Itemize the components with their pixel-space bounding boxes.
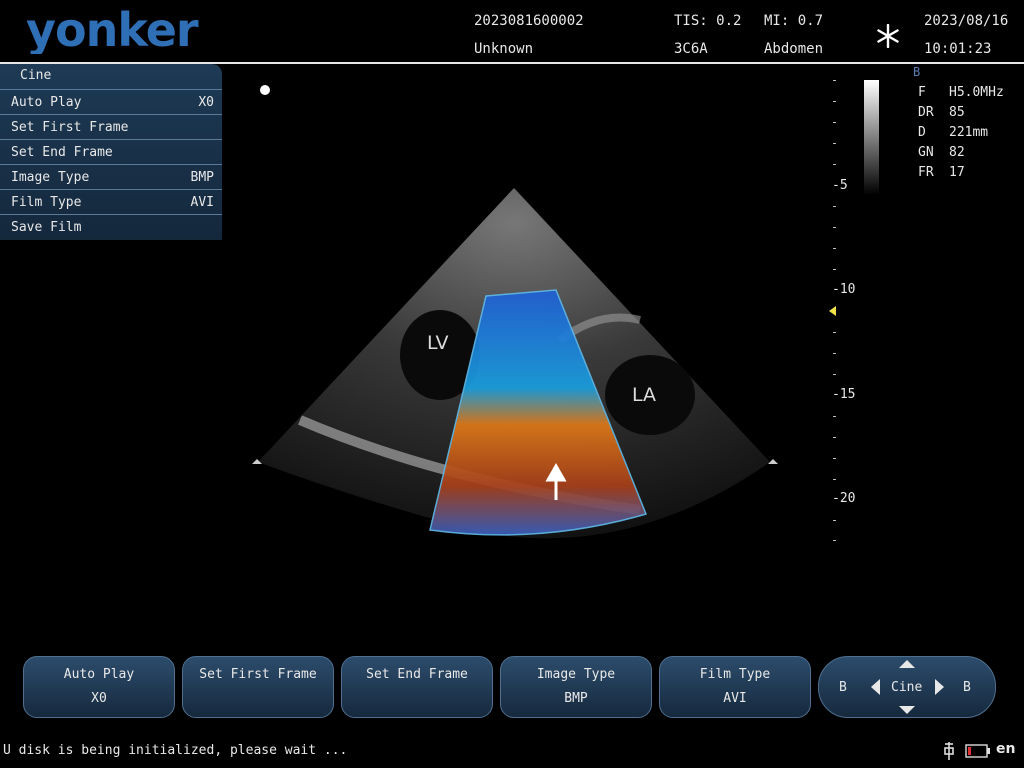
menu-item-image-type[interactable]: Image Type BMP — [0, 164, 222, 189]
mi-readout: MI: 0.7 — [764, 13, 824, 29]
menu-item-label: Film Type — [11, 195, 82, 210]
button-value: AVI — [723, 691, 747, 706]
usb-icon — [944, 742, 954, 760]
grayscale-bar — [864, 80, 879, 195]
button-label: Film Type — [699, 667, 771, 682]
focus-marker[interactable] — [829, 306, 836, 316]
exam-date: 2023/08/16 — [924, 13, 1009, 29]
menu-item-label: Set End Frame — [11, 145, 113, 160]
param-frequency: F H5.0MHz — [918, 85, 1004, 100]
lv-label: LV — [427, 332, 449, 354]
film-type-button[interactable]: Film Type AVI — [659, 656, 811, 718]
menu-item-auto-play[interactable]: Auto Play X0 — [0, 89, 222, 114]
set-first-frame-button[interactable]: Set First Frame — [182, 656, 334, 718]
menu-item-value: X0 — [198, 95, 214, 110]
button-label: Image Type — [536, 667, 616, 682]
menu-item-value: AVI — [190, 195, 214, 210]
language-indicator[interactable]: en — [996, 741, 1015, 757]
menu-item-set-end-frame[interactable]: Set End Frame — [0, 139, 222, 164]
button-value: BMP — [564, 691, 588, 706]
la-label: LA — [632, 384, 657, 406]
exam-type: Abdomen — [764, 41, 824, 57]
auto-play-button[interactable]: Auto Play X0 — [23, 656, 175, 718]
set-end-frame-button[interactable]: Set End Frame — [341, 656, 493, 718]
tis-readout: TIS: 0.2 — [674, 13, 742, 29]
param-dynamic-range: DR 85 — [918, 105, 965, 120]
patient-id: 2023081600002 — [474, 13, 584, 29]
depth-label: -10 — [832, 282, 856, 297]
cine-nav-right-label: B — [963, 680, 971, 695]
cine-nav-left-label: B — [839, 680, 847, 695]
button-label: Set End Frame — [366, 667, 468, 682]
cine-nav-control[interactable]: B Cine B — [818, 656, 996, 718]
image-type-button[interactable]: Image Type BMP — [500, 656, 652, 718]
cursor-dot — [260, 85, 270, 95]
menu-item-save-film[interactable]: Save Film — [0, 214, 222, 239]
exam-time: 10:01:23 — [924, 41, 992, 57]
brand-text: yonker — [26, 6, 199, 54]
mode-indicator: B — [913, 65, 921, 79]
param-depth: D 221mm — [918, 125, 989, 140]
param-frame-rate: FR 17 — [918, 165, 965, 180]
battery-icon — [965, 744, 990, 758]
arrow-up-icon[interactable] — [899, 660, 915, 668]
cine-menu-panel: Cine Auto Play X0 Set First Frame Set En… — [0, 64, 222, 240]
status-message: U disk is being initialized, please wait… — [3, 743, 348, 758]
depth-label: -15 — [832, 387, 856, 402]
menu-item-set-first-frame[interactable]: Set First Frame — [0, 114, 222, 139]
cine-nav-center-label: Cine — [891, 680, 923, 695]
arrow-left-icon[interactable] — [871, 679, 880, 695]
cine-menu-title: Cine — [20, 68, 52, 83]
menu-item-label: Set First Frame — [11, 120, 129, 135]
ultrasound-image[interactable] — [240, 180, 800, 560]
header-bar: yonker 2023081600002 Unknown TIS: 0.2 3C… — [0, 0, 1024, 64]
menu-item-label: Save Film — [11, 220, 82, 235]
probe-name: 3C6A — [674, 41, 708, 57]
depth-label: -5 — [832, 178, 848, 193]
patient-name: Unknown — [474, 41, 534, 57]
button-value: X0 — [91, 691, 107, 706]
button-label: Set First Frame — [199, 667, 317, 682]
menu-item-label: Auto Play — [11, 95, 82, 110]
button-label: Auto Play — [63, 667, 135, 682]
arrow-right-icon[interactable] — [935, 679, 944, 695]
depth-label: -20 — [832, 491, 856, 506]
menu-item-film-type[interactable]: Film Type AVI — [0, 189, 222, 214]
param-gain: GN 82 — [918, 145, 965, 160]
menu-item-value: BMP — [190, 170, 214, 185]
snowflake-icon[interactable] — [876, 24, 900, 48]
brand-logo: yonker — [26, 6, 200, 54]
menu-item-label: Image Type — [11, 170, 90, 185]
arrow-down-icon[interactable] — [899, 706, 915, 714]
